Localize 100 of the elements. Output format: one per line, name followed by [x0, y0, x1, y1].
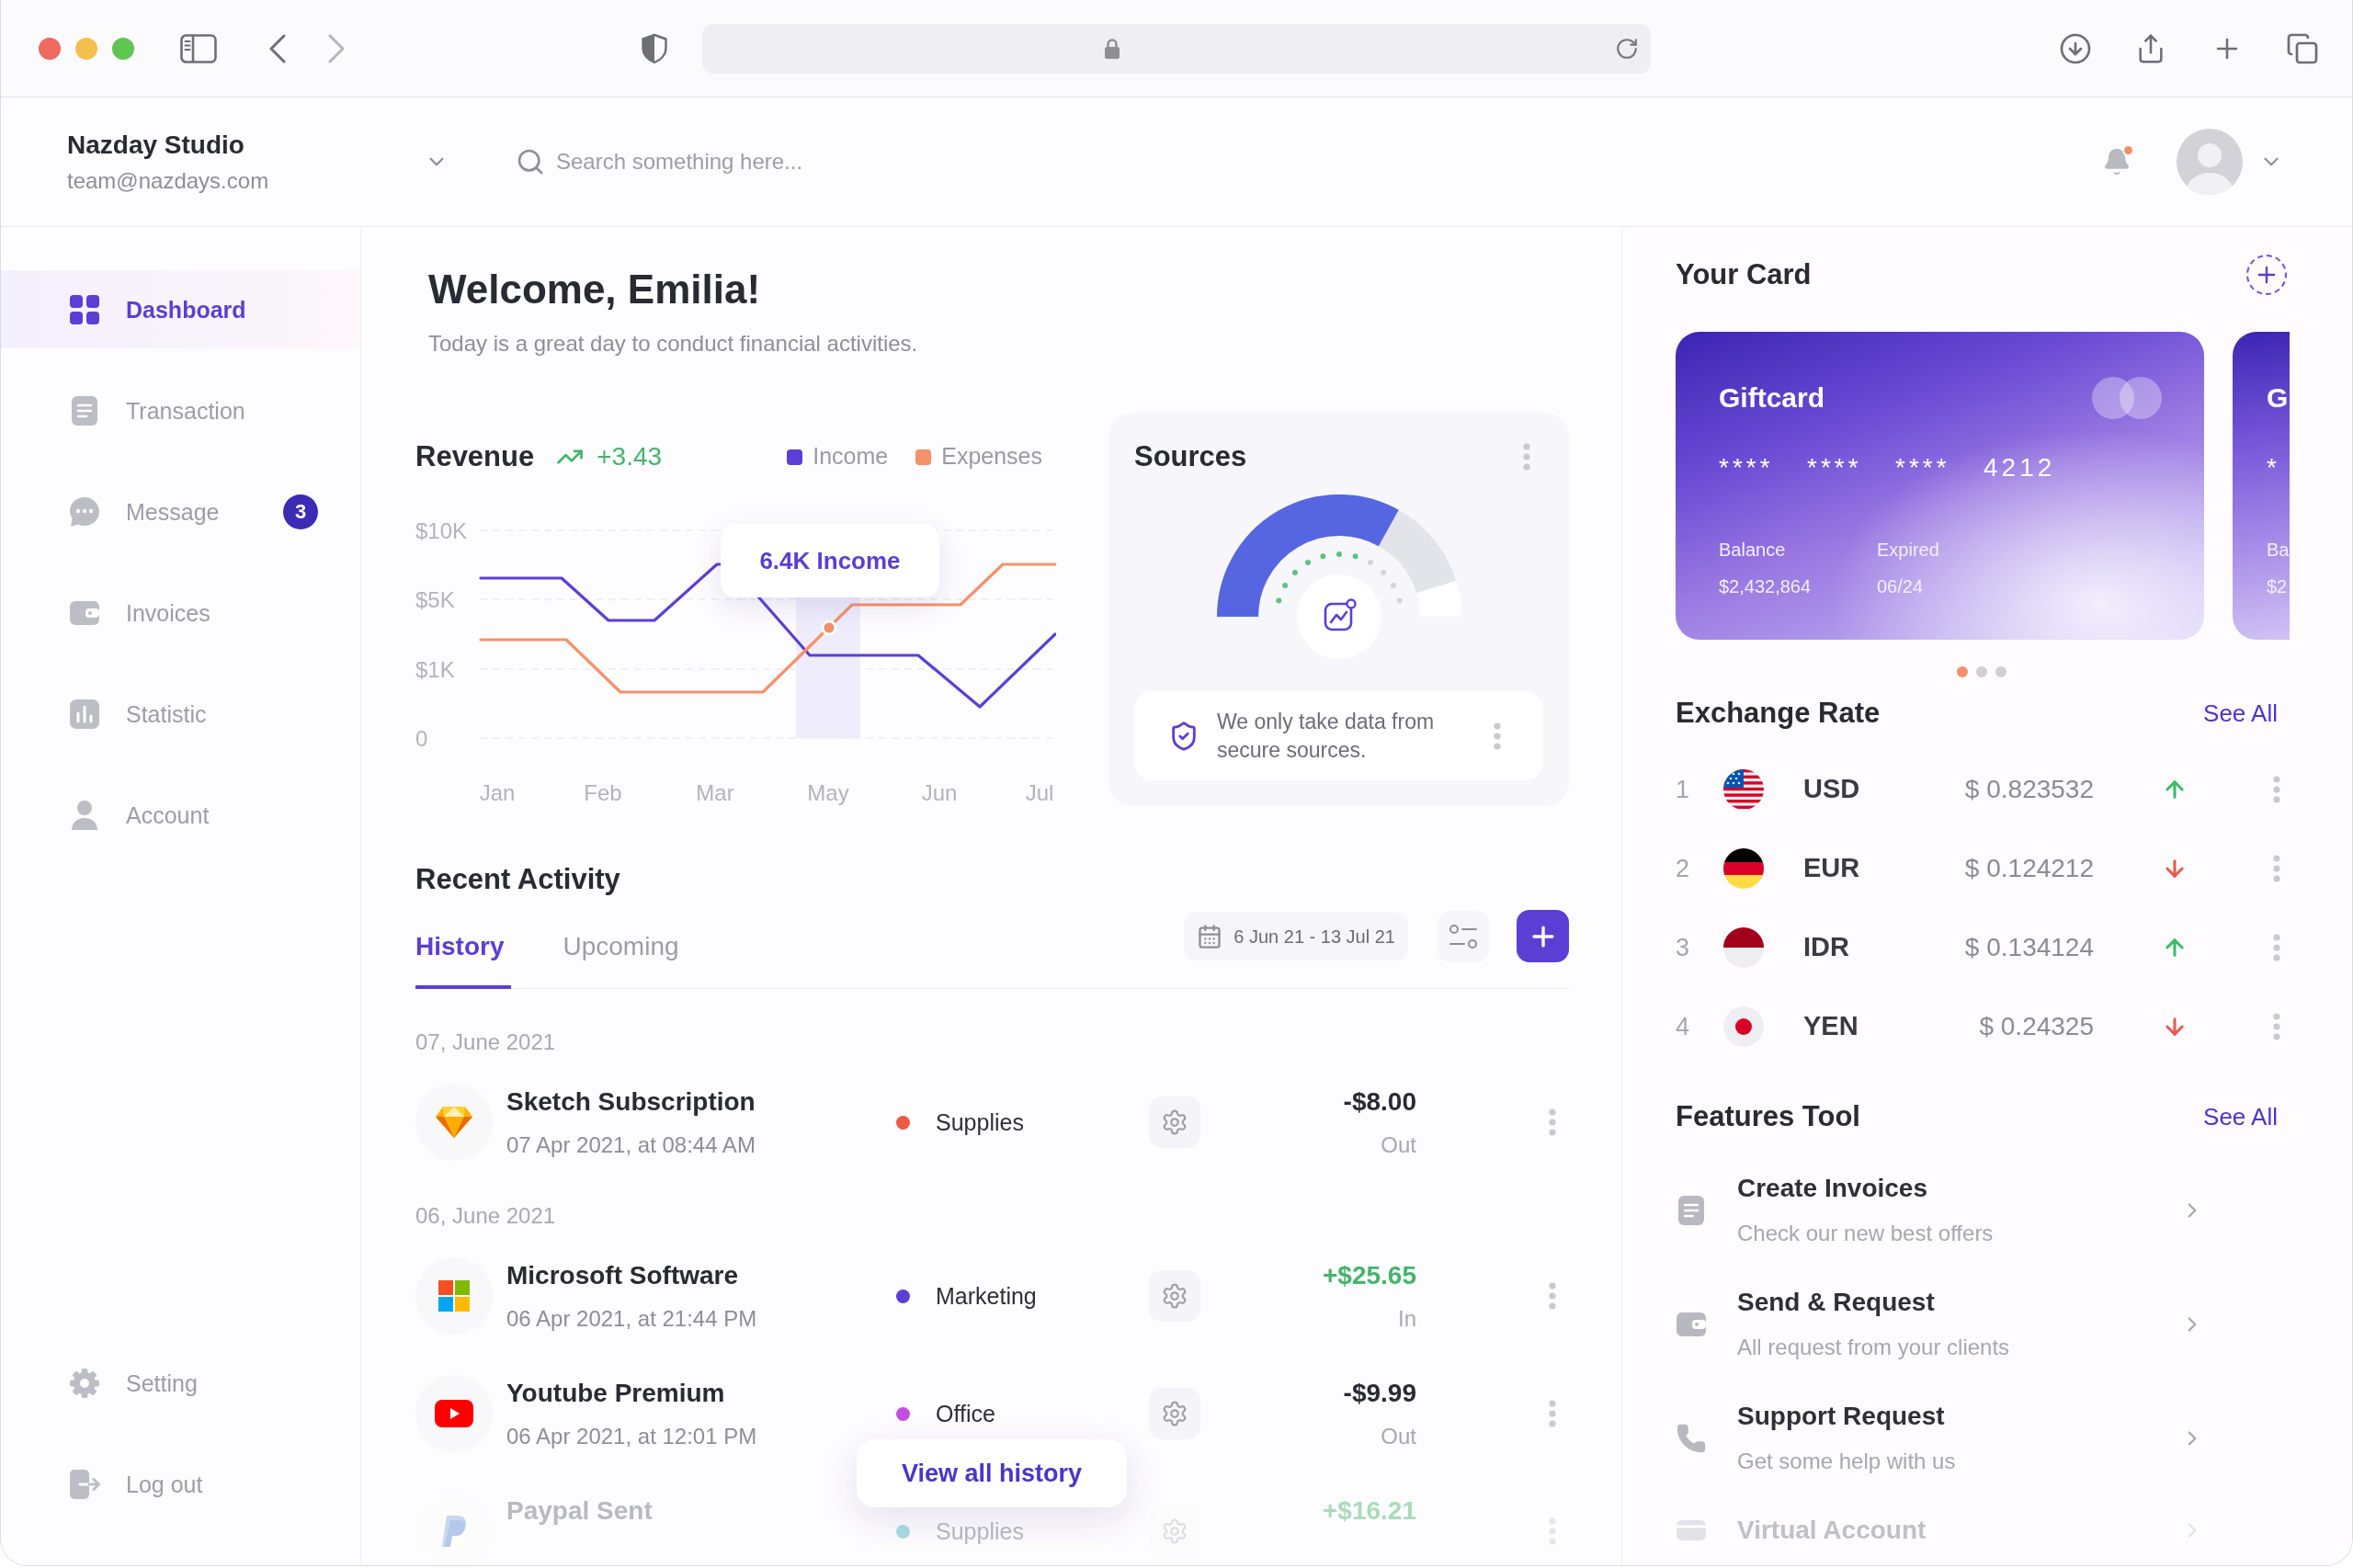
document-icon: [1676, 1194, 1707, 1226]
section-title: Revenue: [415, 439, 535, 474]
transaction-name: Microsoft Software: [506, 1259, 740, 1291]
address-field[interactable]: [702, 23, 1651, 74]
card-name: G: [2267, 381, 2290, 415]
minimize-window-button[interactable]: [75, 37, 97, 60]
group-date: 07, June 2021: [415, 1028, 557, 1056]
transaction-amount: +$16.21: [1323, 1494, 1416, 1527]
card-logo-icon: [2092, 377, 2162, 419]
transaction-direction: In: [1398, 1304, 1416, 1333]
settings-button[interactable]: [1149, 1388, 1200, 1439]
close-window-button[interactable]: [39, 37, 61, 60]
card-number-group: ****: [1895, 452, 1984, 483]
search-icon: [516, 147, 545, 176]
add-button[interactable]: [1517, 910, 1569, 962]
settings-icon: [1161, 1108, 1188, 1136]
more-options-icon[interactable]: [1549, 1282, 1556, 1310]
transaction-date: 07 Apr 2021, at 08:44 AM: [506, 1131, 756, 1159]
filter-button[interactable]: [1438, 910, 1489, 962]
gift-card[interactable]: Giftcard **** **** **** 4212 Balance $2,432,864 Expired 06/24: [1676, 332, 2204, 640]
trend-chart-icon: [1297, 574, 1381, 659]
settings-icon: [1161, 1517, 1188, 1545]
sidebar-item[interactable]: Message 3: [1, 472, 360, 551]
axis-label: Mar: [696, 779, 734, 805]
axis-label: $10K: [415, 517, 468, 543]
category-label: Supplies: [936, 1108, 1025, 1136]
exchange-rate-value: $ 0.124212: [1963, 853, 2094, 884]
download-icon[interactable]: [2059, 31, 2092, 65]
category-label: Office: [936, 1400, 996, 1427]
more-options-icon[interactable]: [2273, 776, 2280, 803]
more-options-icon[interactable]: [2273, 934, 2280, 961]
tabs-overview-icon[interactable]: [2286, 31, 2319, 65]
search-field[interactable]: Search something here...: [556, 142, 1199, 182]
flag-icon: [1723, 848, 1764, 889]
person-icon: [69, 799, 100, 831]
maximize-window-button[interactable]: [112, 37, 134, 60]
transaction-name: Paypal Sent: [506, 1494, 654, 1527]
flag-icon: [1723, 769, 1764, 810]
flag-icon: [1723, 927, 1764, 968]
transaction-name: Youtube Premium: [506, 1377, 726, 1409]
more-options-icon[interactable]: [1549, 1400, 1556, 1427]
rank-number: 2: [1676, 853, 1691, 884]
category-label: Supplies: [936, 1517, 1025, 1545]
card-number-group: ****: [1719, 452, 1807, 483]
transaction-amount: -$9.99: [1343, 1377, 1416, 1409]
axis-label: May: [807, 779, 849, 805]
flag-icon: [1723, 1006, 1764, 1047]
info-note: We only take data from secure sources.: [1217, 708, 1436, 764]
add-card-button[interactable]: [2246, 255, 2287, 295]
logout-icon: [69, 1468, 100, 1500]
legend-label: Income: [813, 442, 889, 472]
more-options-icon[interactable]: [2273, 1013, 2280, 1040]
view-all-history-button[interactable]: View all history: [857, 1439, 1127, 1507]
gift-card[interactable]: G * Ba $2: [2233, 332, 2290, 640]
currency-code: YEN: [1803, 1010, 1859, 1043]
feature-item[interactable]: Send & Request All request from your clients: [1676, 1268, 2287, 1382]
balance-label: Balance: [1719, 539, 1787, 561]
lock-icon: [1104, 37, 1120, 60]
section-title: Your Card: [1676, 257, 1812, 292]
welcome-title: Welcome, Emilia!: [428, 266, 762, 313]
section-title: Sources: [1134, 439, 1247, 474]
settings-icon: [1161, 1282, 1188, 1310]
settings-icon: [1161, 1400, 1188, 1427]
welcome-subtitle: Today is a great day to conduct financial activities.: [428, 330, 919, 358]
axis-label: $5K: [415, 586, 455, 612]
gauge-end-segment: [1415, 581, 1461, 618]
bar-chart-icon: [69, 698, 100, 730]
count-badge: 3: [283, 494, 318, 529]
sliders-icon: [1449, 924, 1477, 949]
calendar-icon: [1197, 923, 1223, 949]
exchange-rate-value: $ 0.24325: [1978, 1011, 2094, 1042]
balance-label: Ba: [2267, 539, 2290, 561]
currency-code: IDR: [1803, 931, 1850, 964]
legend-label: Expenses: [941, 442, 1042, 472]
date-range-picker[interactable]: 6 Jun 21 - 13 Jul 21: [1184, 912, 1408, 960]
exchange-rate-value: $ 0.823532: [1963, 774, 2094, 805]
rank-number: 1: [1676, 774, 1691, 805]
transaction-name: Sketch Subscription: [506, 1085, 756, 1118]
transaction-direction: Out: [1381, 1131, 1416, 1159]
more-options-icon[interactable]: [1549, 1108, 1556, 1136]
tab[interactable]: History: [415, 931, 512, 989]
sidebar-item[interactable]: Dashboard: [1, 270, 360, 348]
more-options-icon[interactable]: [2273, 855, 2280, 882]
axis-label: $1K: [415, 656, 455, 682]
expiry-label: Expired: [1877, 539, 1939, 561]
sidebar-toggle-icon[interactable]: [180, 33, 217, 63]
more-options-icon[interactable]: [1494, 722, 1501, 750]
feature-item[interactable]: Support Request Get some help with us: [1676, 1382, 2287, 1496]
see-all-link[interactable]: See All: [2203, 695, 2278, 732]
settings-button[interactable]: [1149, 1270, 1200, 1322]
balance-value: $2: [2267, 575, 2289, 597]
category-label: Marketing: [936, 1282, 1038, 1310]
reload-icon[interactable]: [1615, 36, 1639, 61]
chart-tooltip: 6.4K Income: [721, 524, 939, 597]
settings-button[interactable]: [1149, 1096, 1200, 1148]
feature-item[interactable]: Create Invoices Check our new best offers: [1676, 1154, 2287, 1268]
shield-icon[interactable]: [641, 32, 668, 64]
axis-label: Jul: [1025, 779, 1054, 805]
see-all-link[interactable]: See All: [2203, 1098, 2278, 1135]
more-options-icon[interactable]: [1523, 443, 1530, 471]
